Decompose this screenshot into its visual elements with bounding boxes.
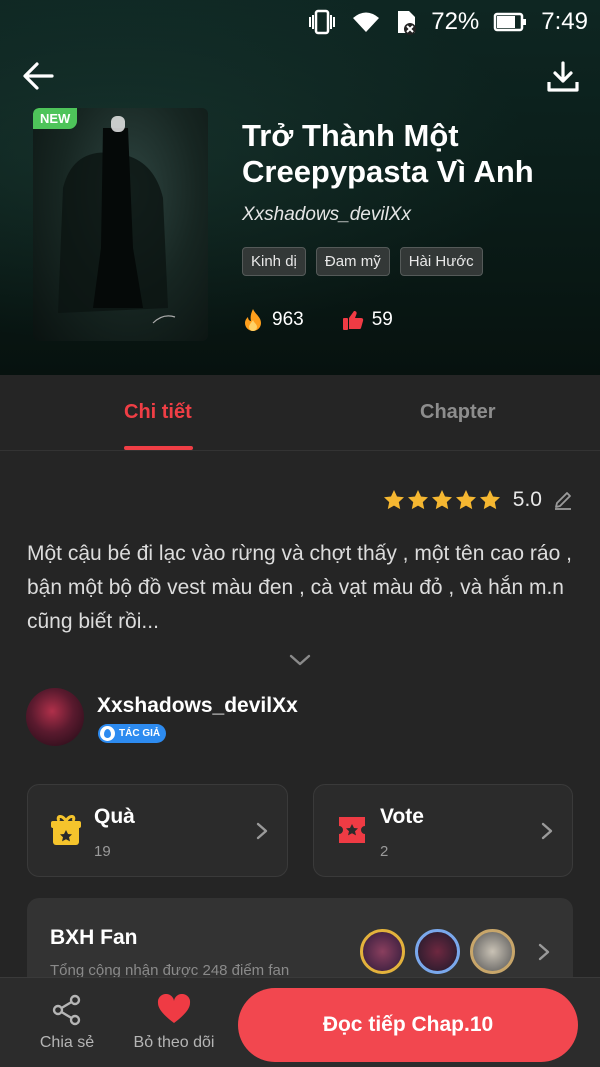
views-count: 963 xyxy=(272,309,304,330)
story-stats: 963 59 xyxy=(242,308,393,332)
thumbs-up-icon xyxy=(342,311,363,330)
fire-icon xyxy=(245,309,261,331)
status-bar: 72% 7:49 xyxy=(0,0,600,44)
chevron-right-icon xyxy=(541,822,553,840)
share-label: Chia sẻ xyxy=(39,1034,95,1051)
story-title: Trở Thành Một Creepypasta Vì Anh xyxy=(242,118,534,189)
star-icon xyxy=(455,490,476,510)
gift-title: Quà xyxy=(94,805,135,828)
story-header: 72% 7:49 NEW Trở Thành Một Creepypasta V… xyxy=(0,0,600,375)
tab-bar: Chi tiết Chapter xyxy=(0,375,600,451)
avatar[interactable] xyxy=(415,929,460,974)
continue-reading-button[interactable]: Đọc tiếp Chap.10 xyxy=(238,988,578,1062)
back-arrow-icon[interactable] xyxy=(20,58,56,94)
story-cover-image[interactable]: NEW xyxy=(33,108,208,341)
cover-art xyxy=(58,116,176,324)
chevron-right-icon xyxy=(256,822,268,840)
genre-tag[interactable]: Đam mỹ xyxy=(315,247,390,276)
author-badge-icon xyxy=(100,726,115,741)
rating[interactable]: 5.0 xyxy=(383,488,574,512)
star-icon xyxy=(383,490,404,510)
tab-chapter[interactable]: Chapter xyxy=(420,401,496,424)
tab-detail[interactable]: Chi tiết xyxy=(124,401,192,424)
genre-tags: Kinh dị Đam mỹ Hài Hước xyxy=(242,247,483,276)
new-badge: NEW xyxy=(33,108,78,129)
vote-card[interactable]: Vote 2 xyxy=(313,784,573,877)
battery-percent: 72% xyxy=(431,8,480,35)
active-tab-indicator xyxy=(124,446,193,450)
clock: 7:49 xyxy=(541,8,588,35)
rating-value: 5.0 xyxy=(512,488,542,511)
heart-icon xyxy=(157,994,191,1023)
genre-tag[interactable]: Hài Hước xyxy=(399,247,483,276)
chevron-down-icon[interactable] xyxy=(288,650,312,670)
author-row[interactable]: Xxshadows_devilXx TÁC GIẢ xyxy=(26,688,586,750)
star-icon xyxy=(431,490,452,510)
unfollow-button[interactable]: Bỏ theo dõi xyxy=(128,994,220,1052)
no-sim-icon xyxy=(398,11,417,35)
story-author[interactable]: Xxshadows_devilXx xyxy=(242,204,411,226)
likes-count: 59 xyxy=(371,309,393,330)
bottom-action-bar: Chia sẻ Bỏ theo dõi Đọc tiếp Chap.10 xyxy=(0,977,600,1067)
avatar[interactable] xyxy=(470,929,515,974)
gift-icon xyxy=(51,815,81,845)
wifi-icon xyxy=(353,12,380,32)
share-icon xyxy=(52,994,81,1026)
vote-count: 2 xyxy=(380,843,389,860)
story-description: Một cậu bé đi lạc vào rừng và chợt thấy … xyxy=(27,542,572,633)
views-stat: 963 xyxy=(242,308,304,332)
gift-card[interactable]: Quà 19 xyxy=(27,784,288,877)
ticket-icon xyxy=(339,817,365,843)
genre-tag[interactable]: Kinh dị xyxy=(242,247,306,276)
edit-icon[interactable] xyxy=(552,489,574,511)
author-badge-label: TÁC GIẢ xyxy=(119,728,161,739)
avatar[interactable] xyxy=(360,929,405,974)
vote-title: Vote xyxy=(380,805,424,828)
battery-icon xyxy=(494,12,527,32)
fan-ranking-title: BXH Fan xyxy=(50,926,138,949)
star-icon xyxy=(407,490,428,510)
top-fan-avatars xyxy=(360,929,515,974)
star-icon xyxy=(479,490,500,510)
gift-count: 19 xyxy=(94,843,111,860)
author-name[interactable]: Xxshadows_devilXx xyxy=(97,694,298,718)
share-button[interactable]: Chia sẻ xyxy=(36,994,98,1052)
unfollow-label: Bỏ theo dõi xyxy=(133,1034,215,1051)
vibrate-icon xyxy=(309,9,336,35)
rating-stars xyxy=(383,490,500,510)
author-badge: TÁC GIẢ xyxy=(98,724,167,743)
chevron-right-icon xyxy=(538,943,550,961)
avatar[interactable] xyxy=(26,688,84,746)
likes-stat: 59 xyxy=(342,308,393,332)
download-icon[interactable] xyxy=(546,60,580,94)
